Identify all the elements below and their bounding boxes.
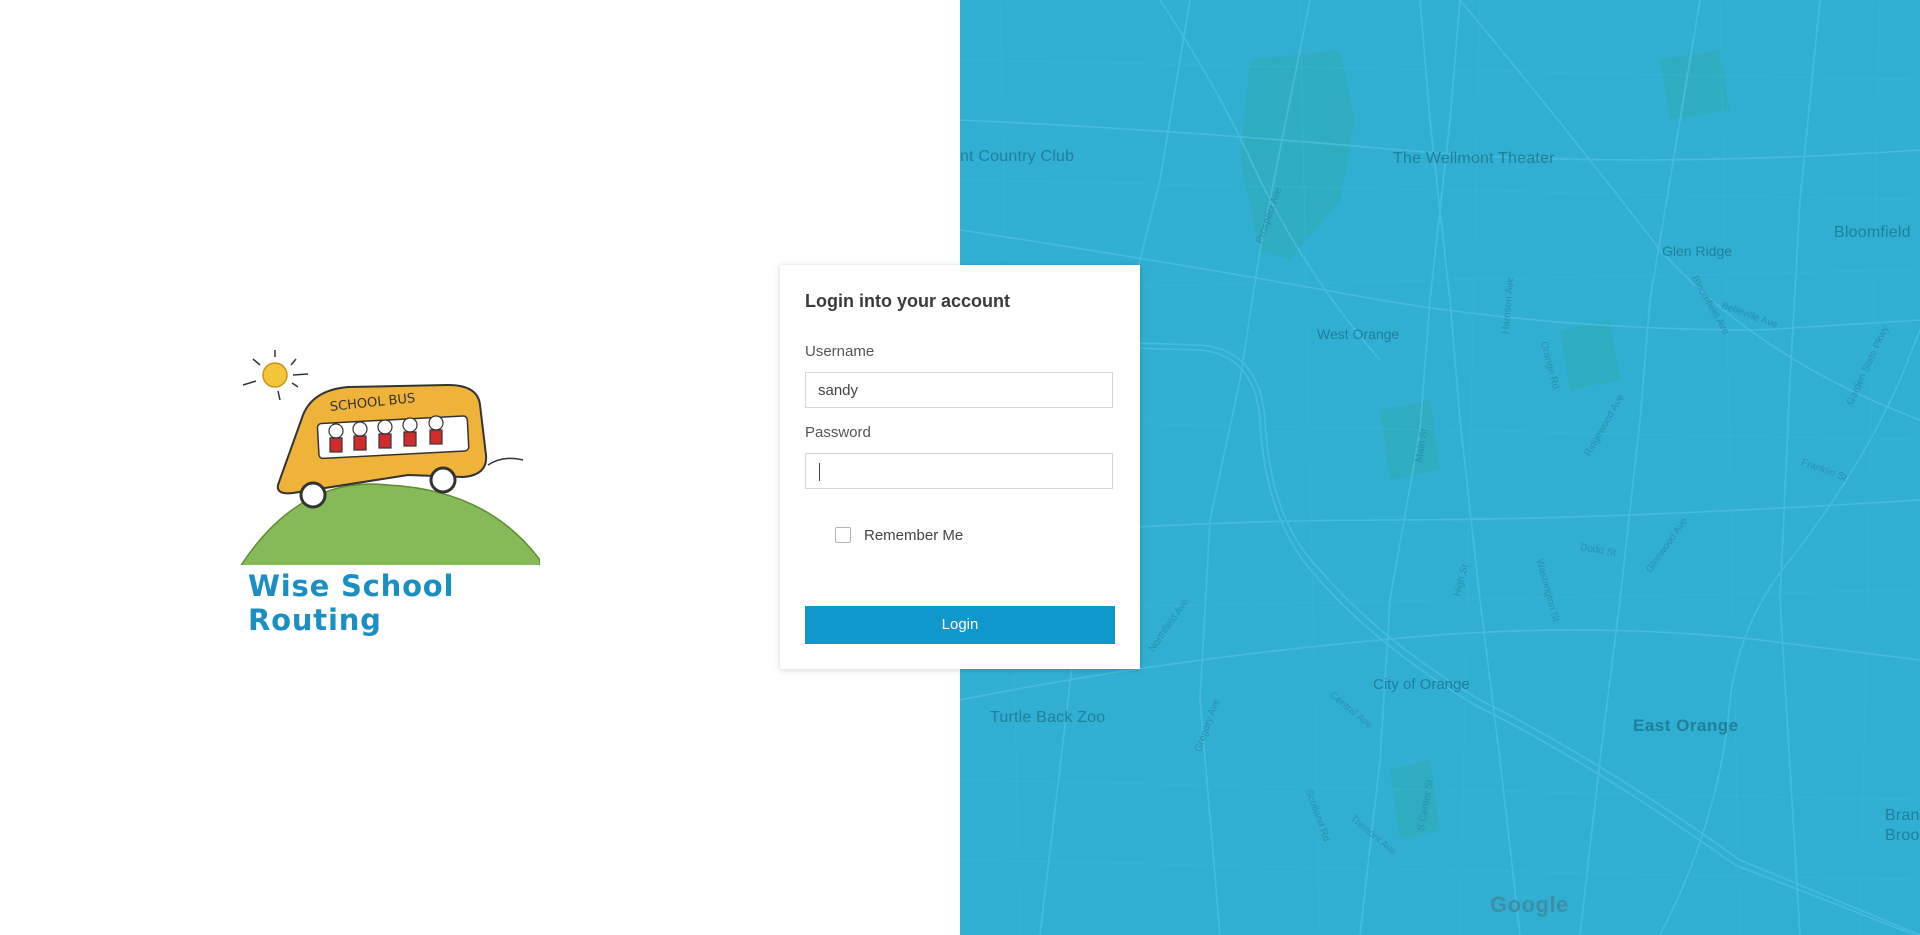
- school-bus-illustration: SCHOOL BUS: [240, 350, 540, 565]
- map-label-west-orange: West Orange: [1317, 326, 1400, 342]
- map-label-wellmont: The Wellmont Theater: [1393, 150, 1555, 167]
- map-label-turtle-back-zoo: Turtle Back Zoo: [990, 709, 1106, 726]
- map-label-country-club: nt Country Club: [960, 148, 1075, 165]
- map-attribution: Google: [1490, 892, 1569, 917]
- map-label-branch-brook: Bran Brook: [1885, 807, 1920, 844]
- password-input[interactable]: [805, 453, 1113, 489]
- app-logo: SCHOOL BUS Wise School Routing: [238, 345, 540, 637]
- login-card: Login into your account Username Passwor…: [780, 265, 1140, 669]
- remember-me-checkbox[interactable]: [835, 527, 851, 543]
- map-label-city-of-orange: City of Orange: [1373, 676, 1470, 693]
- remember-me-label[interactable]: Remember Me: [864, 527, 963, 544]
- username-input[interactable]: [805, 372, 1113, 408]
- login-button[interactable]: Login: [805, 606, 1115, 644]
- username-label: Username: [805, 343, 875, 360]
- sun-icon: [242, 350, 309, 401]
- map-label-bloomfield: Bloomfield: [1834, 224, 1911, 241]
- app-name: Wise School Routing: [248, 569, 455, 637]
- password-label: Password: [805, 424, 871, 441]
- login-title: Login into your account: [805, 291, 1010, 311]
- map-label-east-orange: East Orange: [1633, 716, 1739, 735]
- text-caret: [819, 463, 820, 481]
- map-label-glen-ridge: Glen Ridge: [1662, 243, 1733, 259]
